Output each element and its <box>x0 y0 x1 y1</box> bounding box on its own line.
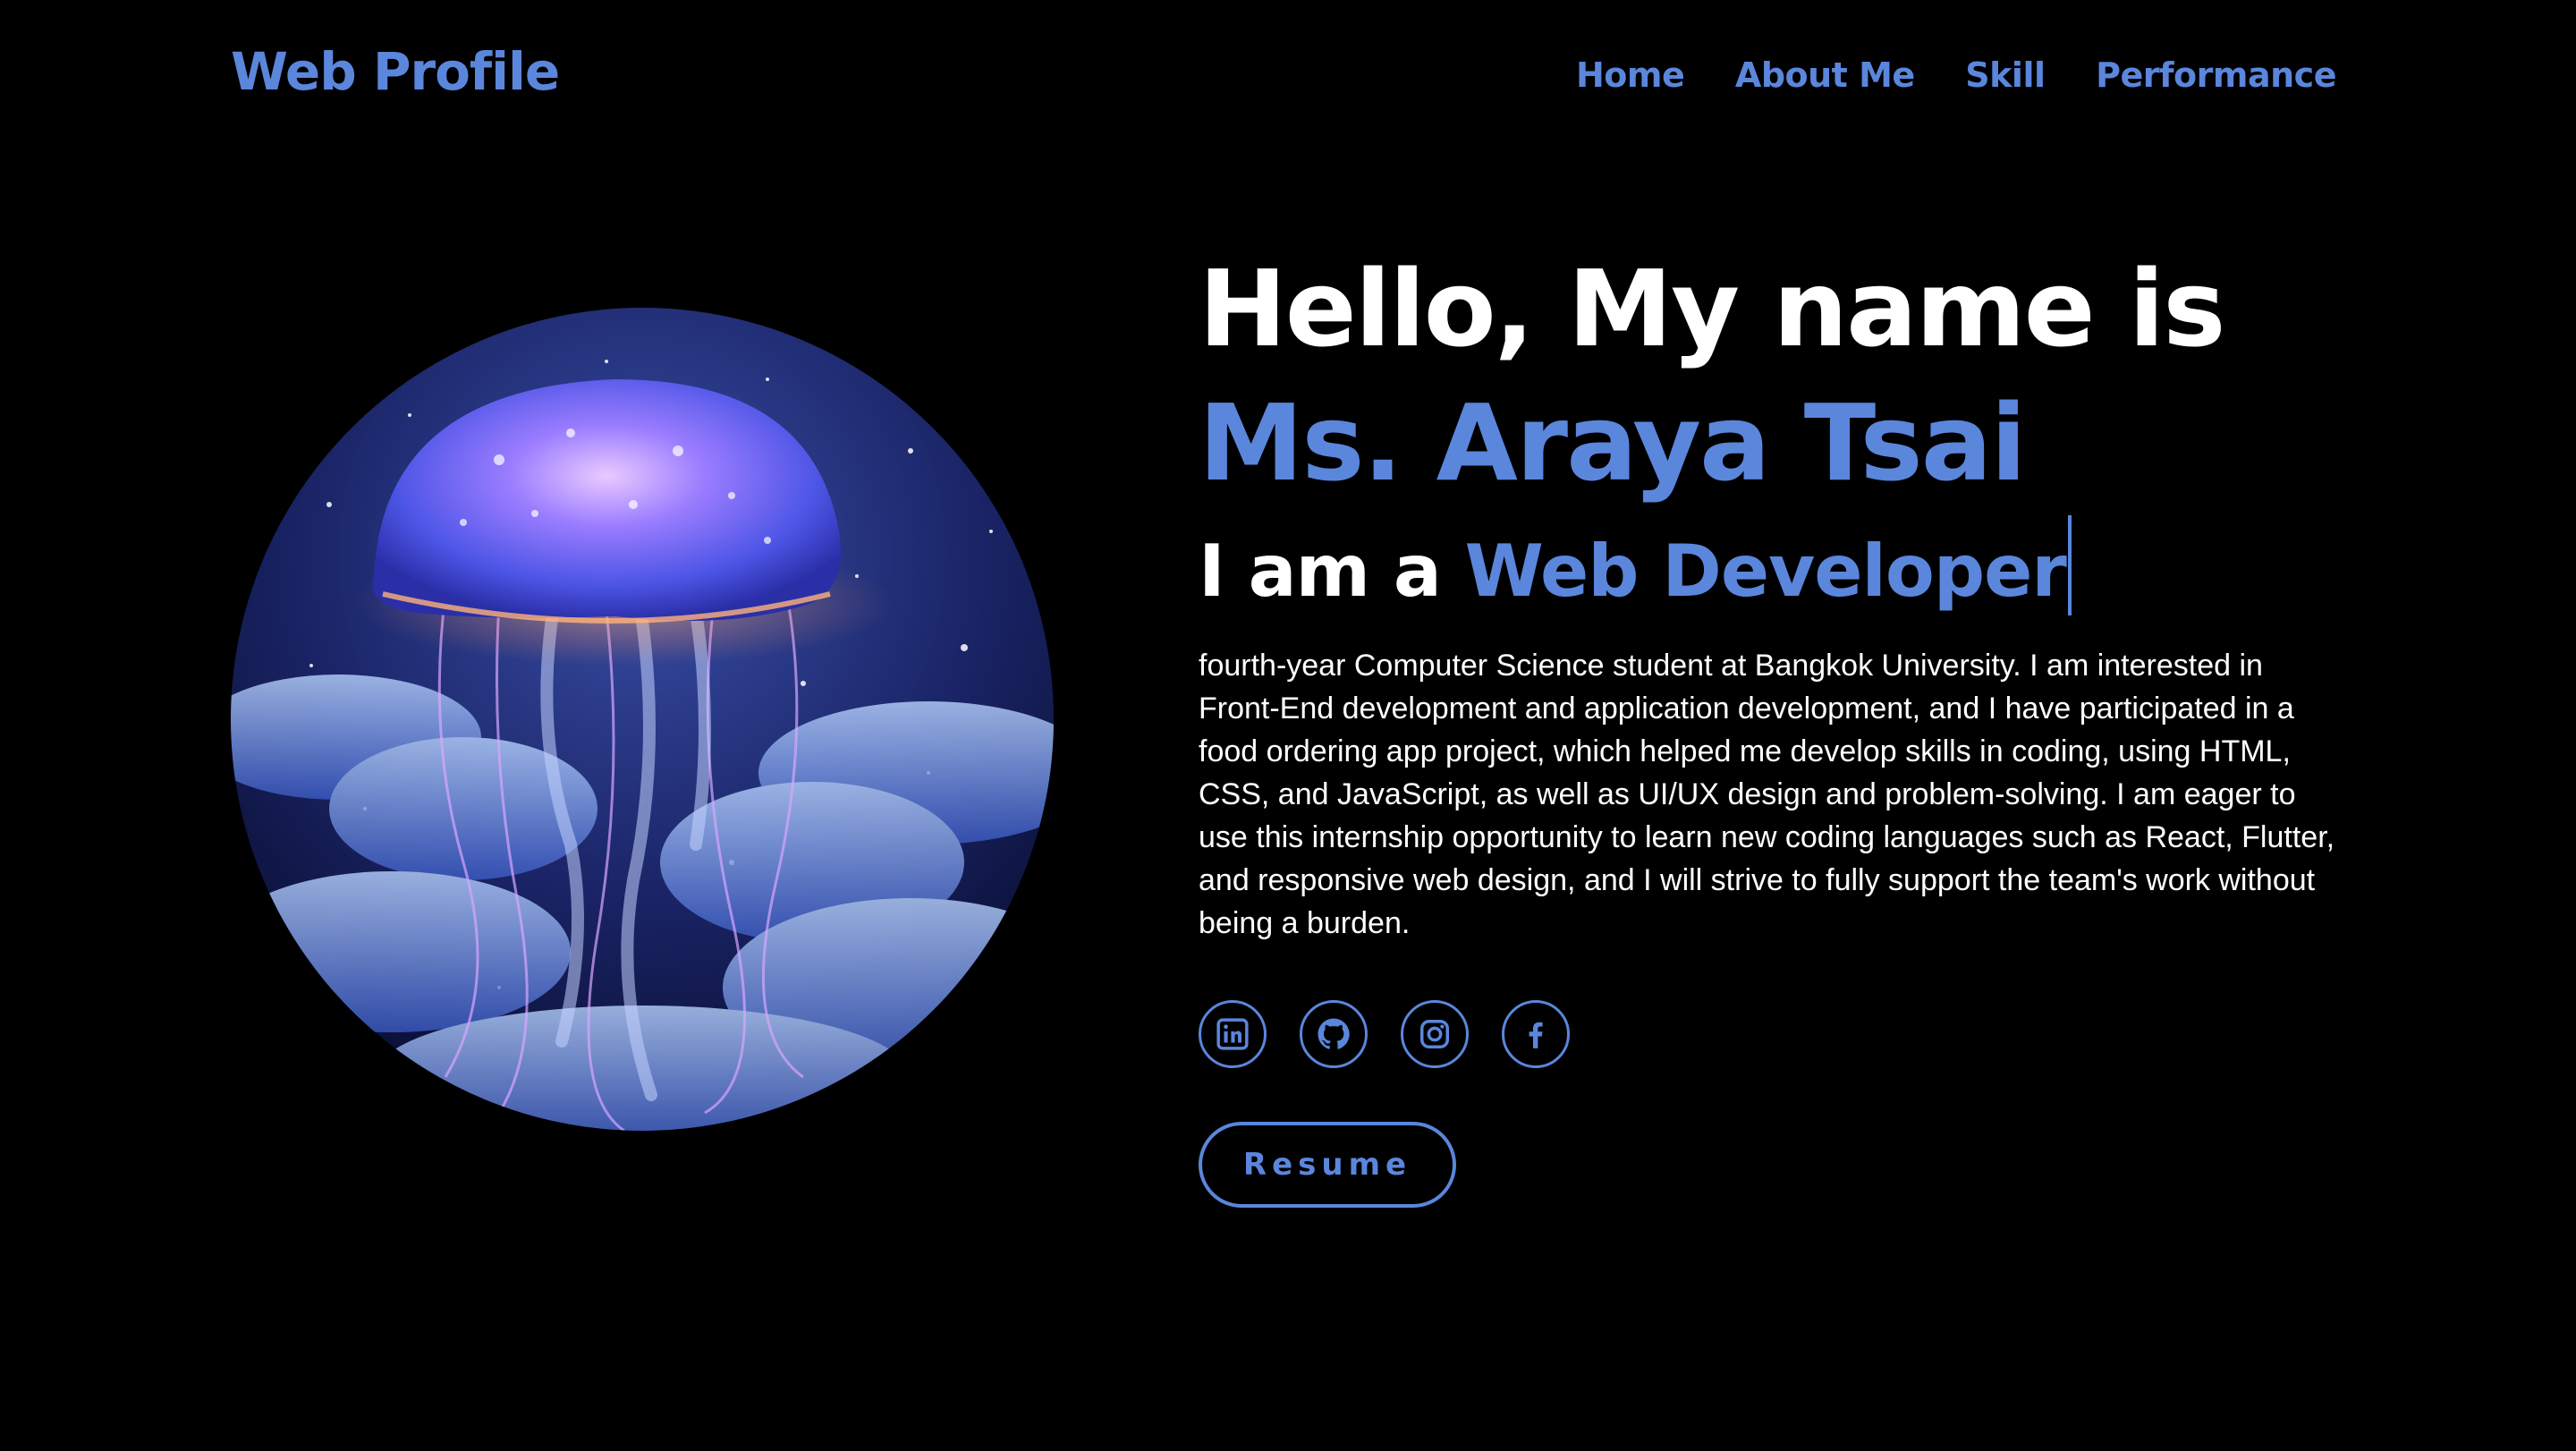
jellyfish-illustration <box>231 308 1054 1131</box>
nav-skill[interactable]: Skill <box>1965 55 2046 95</box>
hero-content: Hello, My name is Ms. Araya Tsai I am a … <box>1199 242 2361 1208</box>
facebook-link[interactable] <box>1502 1000 1570 1068</box>
social-links <box>1199 1000 2361 1068</box>
github-icon <box>1318 1018 1350 1049</box>
profile-image <box>231 308 1054 1131</box>
facebook-icon <box>1529 1022 1543 1048</box>
role-prefix: I am a <box>1199 530 1442 613</box>
nav-home[interactable]: Home <box>1576 55 1685 95</box>
profile-name: Ms. Araya Tsai <box>1199 381 2027 505</box>
nav-about-me[interactable]: About Me <box>1735 55 1915 95</box>
main-nav: Home About Me Skill Performance <box>1576 55 2336 95</box>
linkedin-icon <box>1216 1018 1249 1050</box>
site-logo[interactable]: Web Profile <box>231 41 560 102</box>
instagram-icon <box>1420 1020 1449 1048</box>
instagram-link[interactable] <box>1401 1000 1469 1068</box>
role-line: I am a Web Developer <box>1199 515 2361 621</box>
role-title: Web Developer <box>1464 530 2067 613</box>
bio-text: fourth-year Computer Science student at … <box>1199 649 2335 940</box>
github-link[interactable] <box>1300 1000 1368 1068</box>
greeting-heading: Hello, My name is <box>1199 247 2225 370</box>
resume-button[interactable]: Resume <box>1199 1122 1456 1208</box>
linkedin-link[interactable] <box>1199 1000 1267 1068</box>
typing-cursor <box>2067 515 2072 615</box>
nav-performance[interactable]: Performance <box>2096 55 2336 95</box>
